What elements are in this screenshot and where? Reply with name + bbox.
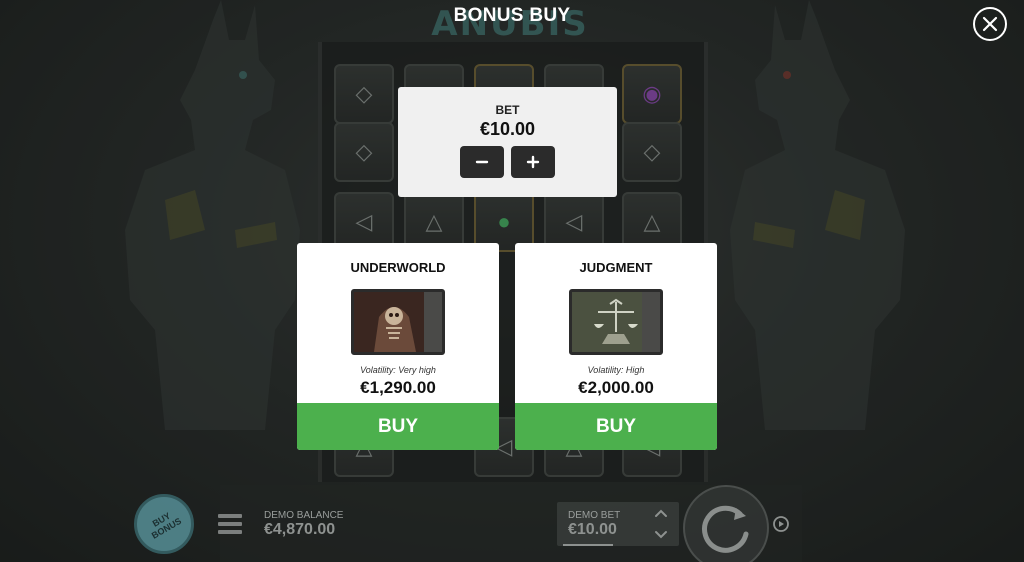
close-icon [982, 16, 998, 32]
game-background: ANUBIS ◇ ◁ ● ◁ ◉ ◇ ◇ ◁ △ ● ◁ △ △ ◁ △ ◁ [0, 0, 1024, 562]
buy-underworld-button[interactable]: BUY [297, 403, 499, 450]
bet-decrease-arrow[interactable] [652, 527, 670, 543]
minus-icon [475, 160, 489, 164]
scales-of-judgment-image [569, 289, 663, 355]
card-price: €1,290.00 [360, 378, 436, 397]
menu-icon-bar [218, 514, 242, 518]
bonus-card-underworld: UNDERWORLD Volatility: Very high €1,290.… [297, 243, 499, 450]
spin-icon [702, 505, 749, 553]
balance-value: €4,870.00 [264, 521, 336, 538]
decrease-bet-button[interactable] [460, 146, 504, 178]
skeleton-reaper-image [351, 289, 445, 355]
bet-value: €10.00 [479, 119, 536, 139]
bet-box-underline [563, 544, 613, 546]
bet-label: BET [495, 103, 520, 117]
bonus-card-judgment: JUDGMENT Volatility: High €2,000.00 BUY [515, 243, 717, 450]
card-volatility: Volatility: Very high [360, 365, 436, 375]
autoplay-icon [773, 516, 789, 532]
buy-bonus-button[interactable]: BUY BONUS [134, 494, 194, 554]
increase-bet-button[interactable] [511, 146, 555, 178]
menu-button[interactable] [218, 514, 242, 534]
modal-title: BONUS BUY [453, 5, 571, 26]
modal-overlay [0, 0, 1024, 562]
spin-button[interactable] [683, 485, 769, 562]
demo-bet-label: DEMO BET [568, 510, 621, 521]
balance-label: DEMO BALANCE [264, 510, 344, 521]
demo-bet-value: €10.00 [568, 521, 617, 538]
chevron-down-icon [655, 531, 667, 539]
bet-panel: BET €10.00 [398, 87, 617, 197]
close-button[interactable] [973, 7, 1007, 41]
card-title: UNDERWORLD [350, 260, 446, 275]
autoplay-button[interactable] [771, 514, 791, 534]
bet-increase-arrow[interactable] [652, 505, 670, 521]
card-volatility: Volatility: High [587, 365, 645, 375]
buy-judgment-button[interactable]: BUY [515, 403, 717, 450]
chevron-up-icon [655, 509, 667, 517]
buy-bonus-label: BUY BONUS [149, 510, 184, 541]
card-title: JUDGMENT [579, 260, 653, 275]
menu-icon-bar [218, 530, 242, 534]
card-price: €2,000.00 [578, 378, 654, 397]
plus-icon [526, 155, 540, 169]
bet-controls [398, 146, 617, 178]
menu-icon-bar [218, 522, 242, 526]
